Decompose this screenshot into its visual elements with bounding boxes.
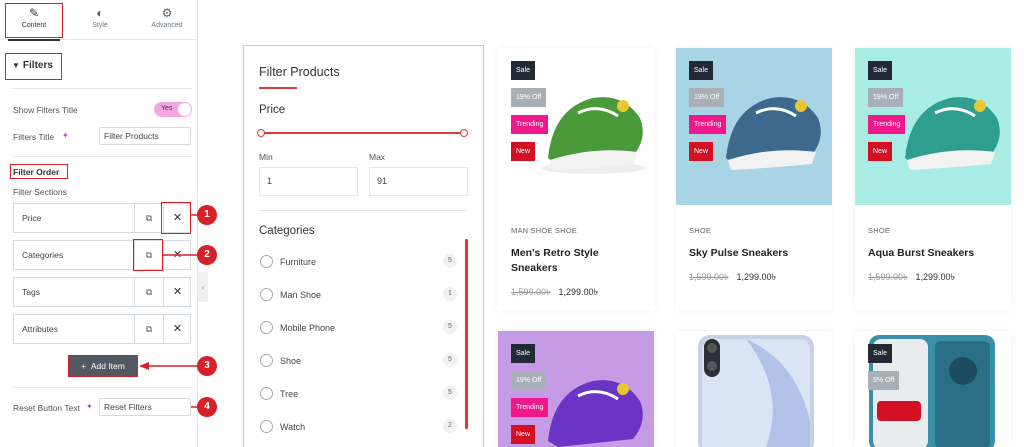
sale-badge: Sale: [689, 61, 714, 80]
min-price-input[interactable]: 1: [259, 167, 358, 196]
product-card[interactable]: Sale 19% Off Trending New: [498, 331, 654, 447]
product-name[interactable]: Sky Pulse Sneakers: [689, 246, 824, 261]
title-underline: [259, 87, 297, 89]
sale-badge: Sale: [511, 61, 536, 80]
range-handle-min[interactable]: [257, 129, 265, 137]
new-badge: New: [511, 142, 536, 161]
product-card[interactable]: Sale 5% Off: [855, 331, 1011, 447]
radio-button[interactable]: [260, 354, 273, 367]
radio-button[interactable]: [260, 255, 273, 268]
radio-button[interactable]: [260, 321, 273, 334]
product-price: 1,599.00৳ 1,299.00৳: [868, 272, 956, 282]
new-badge: New: [689, 142, 714, 161]
annotation-marker-4: 4: [197, 397, 217, 417]
categories-scrollbar[interactable]: [465, 239, 468, 429]
discount-badge: 19% Off: [689, 88, 725, 107]
product-name[interactable]: Aqua Burst Sneakers: [868, 246, 1003, 261]
phone-image: [698, 335, 814, 447]
categories-heading: Categories: [259, 225, 315, 237]
max-label: Max: [369, 152, 386, 162]
discount-badge: 19% Off: [511, 371, 547, 390]
price-range-slider[interactable]: [257, 129, 468, 137]
product-card[interactable]: Sale 19% Off Trending New MAN SHOE SHOE …: [498, 48, 654, 310]
sale-badge: Sale: [868, 61, 893, 80]
product-category[interactable]: SHOE: [868, 226, 890, 235]
discount-badge: 19% Off: [868, 88, 904, 107]
category-option[interactable]: Mobile Phone 5: [259, 320, 459, 336]
new-badge: New: [868, 142, 893, 161]
category-option[interactable]: Man Shoe 1: [259, 287, 459, 303]
product-name[interactable]: Men's Retro Style Sneakers: [511, 246, 646, 276]
max-price-input[interactable]: 91: [369, 167, 468, 196]
divider: [259, 210, 467, 211]
trending-badge: Trending: [689, 115, 727, 134]
product-card[interactable]: Sale 19% Off Trending New SHOE Aqua Burs…: [855, 48, 1011, 310]
category-option[interactable]: Shoe 5: [259, 353, 459, 369]
product-price: 1,599.00৳ 1,299.00৳: [511, 287, 599, 297]
range-handle-max[interactable]: [460, 129, 468, 137]
radio-button[interactable]: [260, 288, 273, 301]
product-card[interactable]: [676, 331, 832, 447]
filter-title: Filter Products: [259, 65, 340, 79]
new-badge: New: [511, 425, 536, 444]
discount-badge: 5% Off: [868, 371, 900, 390]
annotation-marker-3: 3: [197, 356, 217, 376]
product-category[interactable]: SHOE: [689, 226, 711, 235]
trending-badge: Trending: [511, 398, 549, 417]
radio-button[interactable]: [260, 387, 273, 400]
sale-badge: Sale: [868, 344, 893, 363]
category-option[interactable]: Watch 2: [259, 419, 459, 435]
min-label: Min: [259, 152, 273, 162]
trending-badge: Trending: [511, 115, 549, 134]
product-price: 1,599.00৳ 1,299.00৳: [689, 272, 777, 282]
annotation-marker-1: 1: [197, 205, 217, 225]
price-heading: Price: [259, 104, 286, 116]
product-image[interactable]: [676, 331, 832, 447]
category-option[interactable]: Furniture 5: [259, 254, 459, 270]
radio-button[interactable]: [260, 420, 273, 433]
annotation-marker-2: 2: [197, 245, 217, 265]
filter-products-widget: Filter Products Price Min Max 1 91 Categ…: [243, 45, 484, 447]
product-card[interactable]: Sale 19% Off Trending New SHOE Sky Pulse…: [676, 48, 832, 310]
product-category[interactable]: MAN SHOE SHOE: [511, 226, 577, 235]
sale-badge: Sale: [511, 344, 536, 363]
category-option[interactable]: Tree 5: [259, 386, 459, 402]
discount-badge: 19% Off: [511, 88, 547, 107]
trending-badge: Trending: [868, 115, 906, 134]
